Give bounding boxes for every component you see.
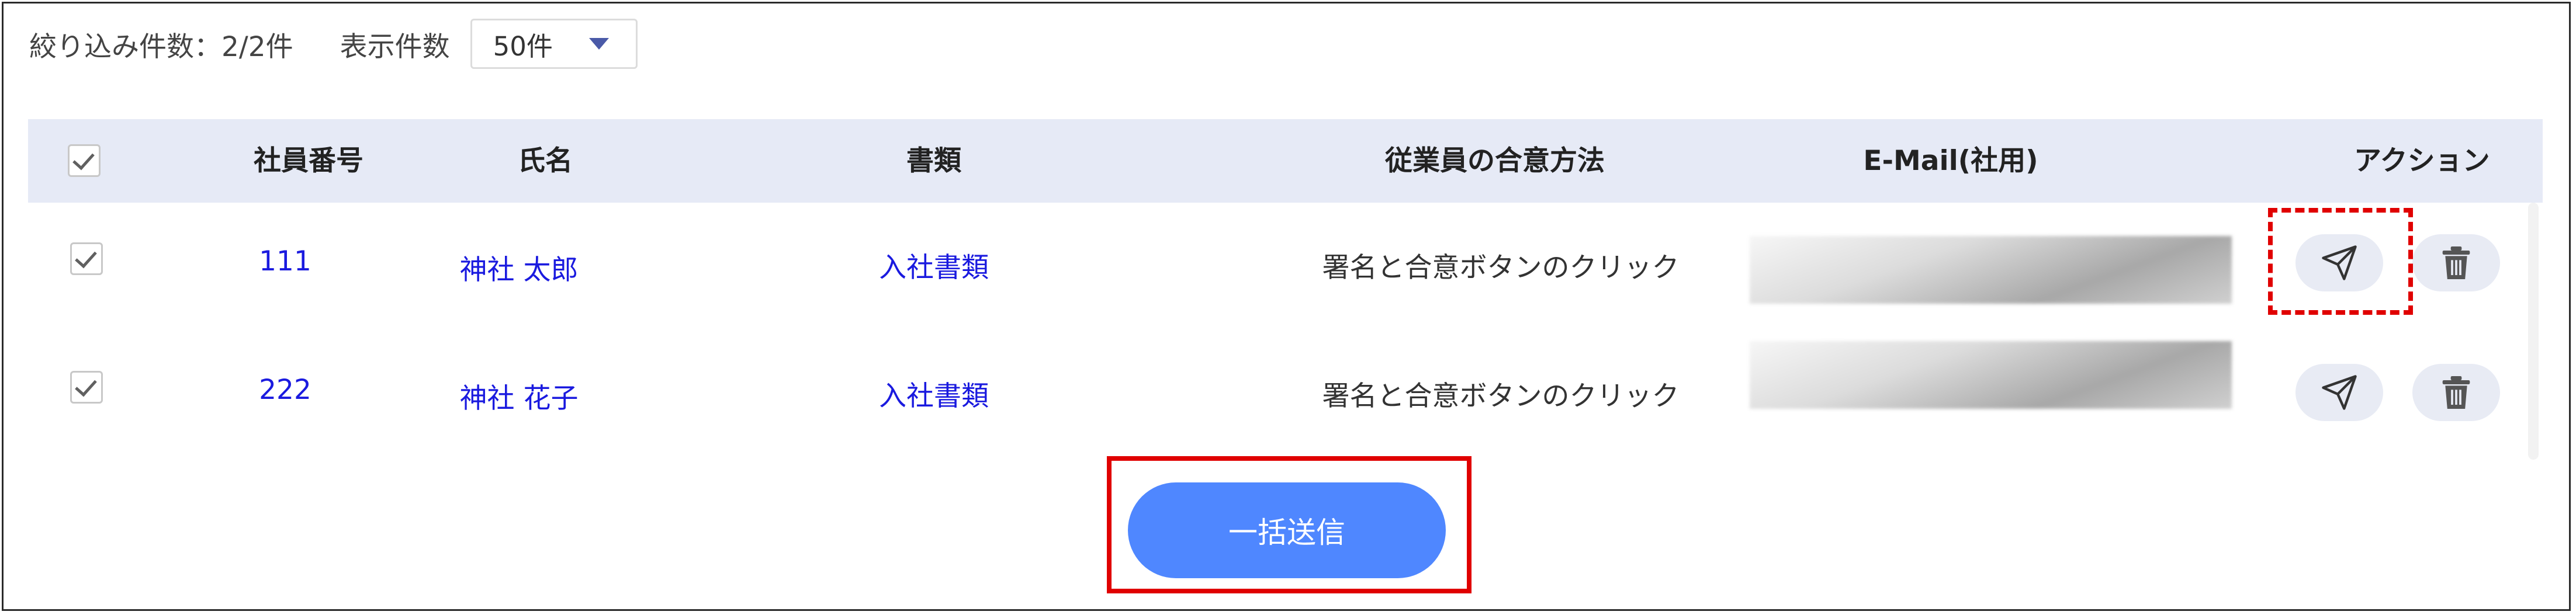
send-button-highlight bbox=[2268, 208, 2413, 315]
send-button[interactable] bbox=[2295, 364, 2383, 421]
table-header: 社員番号 氏名 書類 従業員の合意方法 E-Mail(社用) アクション bbox=[28, 119, 2543, 203]
delete-button[interactable] bbox=[2412, 364, 2500, 421]
bulk-send-button[interactable]: 一括送信 bbox=[1128, 482, 1446, 578]
caret-down-icon bbox=[588, 38, 609, 50]
table-row: 222 神社 花子 入社書類 署名と合意ボタンのクリック bbox=[28, 331, 2543, 448]
document-link[interactable]: 入社書類 bbox=[799, 373, 1068, 414]
filter-count-label: 絞り込み件数：2/2件 bbox=[29, 30, 293, 63]
per-page-select[interactable]: 50件 bbox=[470, 19, 638, 69]
employee-name-link[interactable]: 神社 太郎 bbox=[414, 247, 624, 287]
employee-no-link[interactable]: 222 bbox=[203, 374, 367, 406]
employee-name-link[interactable]: 神社 花子 bbox=[414, 376, 624, 416]
employee-no-link[interactable]: 111 bbox=[203, 245, 367, 277]
header-name: 氏名 bbox=[518, 145, 573, 177]
email-redacted bbox=[1750, 236, 2232, 304]
trash-icon bbox=[2442, 376, 2470, 409]
email-redacted bbox=[1750, 341, 2232, 409]
filter-bar: 絞り込み件数：2/2件 表示件数 50件 bbox=[29, 18, 638, 70]
per-page-label: 表示件数 bbox=[340, 30, 450, 63]
consent-method: 署名と合意ボタンのクリック bbox=[1322, 380, 1680, 412]
header-document: 書類 bbox=[906, 145, 961, 177]
table-row: 111 神社 太郎 入社書類 署名と合意ボタンのクリック bbox=[28, 203, 2543, 319]
select-all-checkbox[interactable] bbox=[68, 144, 101, 177]
header-employee-no: 社員番号 bbox=[254, 145, 363, 177]
trash-icon bbox=[2442, 246, 2470, 279]
row-checkbox[interactable] bbox=[70, 371, 103, 404]
per-page-value: 50件 bbox=[493, 30, 553, 62]
header-consent-method: 従業員の合意方法 bbox=[1385, 145, 1605, 177]
consent-method: 署名と合意ボタンのクリック bbox=[1322, 252, 1680, 284]
row-checkbox[interactable] bbox=[70, 242, 103, 275]
delete-button[interactable] bbox=[2412, 234, 2500, 291]
header-email: E-Mail(社用) bbox=[1863, 145, 2038, 177]
header-action: アクション bbox=[2354, 145, 2490, 177]
paper-plane-icon bbox=[2322, 375, 2357, 410]
document-link[interactable]: 入社書類 bbox=[799, 245, 1068, 285]
table-scrollbar[interactable] bbox=[2528, 203, 2539, 460]
